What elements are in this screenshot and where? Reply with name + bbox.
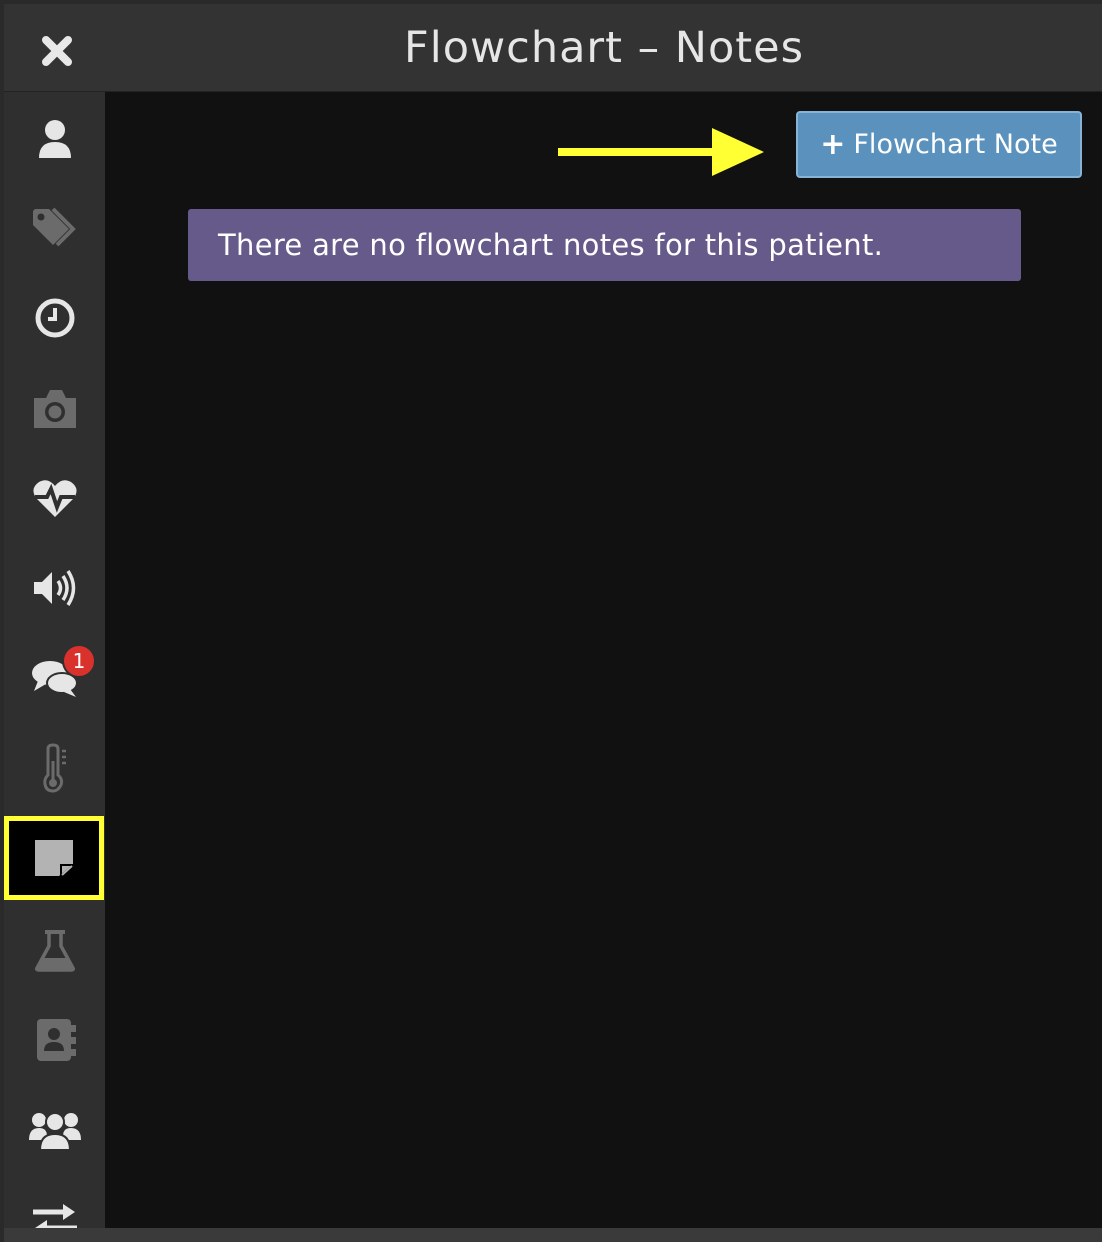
close-button[interactable] <box>38 32 76 70</box>
add-flowchart-note-button[interactable]: + Flowchart Note <box>796 111 1082 178</box>
heartbeat-icon <box>32 480 77 517</box>
sidebar-item-vitals[interactable] <box>4 458 105 538</box>
thermometer-icon <box>42 743 66 793</box>
address-book-icon <box>36 1019 76 1061</box>
users-icon <box>28 1112 81 1151</box>
clock-icon <box>35 298 74 338</box>
sticky-note-icon <box>35 840 73 876</box>
camera-icon <box>33 390 76 428</box>
sidebar-item-flowchart-notes[interactable] <box>4 816 104 900</box>
sidebar-item-care-team[interactable] <box>4 1090 105 1170</box>
flowchart-notes-panel: Flowchart – Notes 1 + Flowchart Note The… <box>4 4 1102 1242</box>
sidebar-item-photos[interactable] <box>4 368 105 448</box>
yellow-arrow-annotation <box>558 128 764 176</box>
sidebar-item-audio[interactable] <box>4 548 105 628</box>
add-flowchart-note-label: Flowchart Note <box>853 129 1058 160</box>
close-icon <box>42 36 72 66</box>
page-title: Flowchart – Notes <box>404 22 804 73</box>
tags-icon <box>32 207 76 247</box>
sidebar: 1 <box>4 92 105 1242</box>
panel-header: Flowchart – Notes <box>4 4 1102 92</box>
empty-state-message: There are no flowchart notes for this pa… <box>188 209 1021 281</box>
bottom-scrollbar[interactable] <box>4 1228 1102 1242</box>
sidebar-item-messages[interactable]: 1 <box>4 638 105 718</box>
sidebar-item-temperature[interactable] <box>4 728 105 808</box>
sidebar-item-labs[interactable] <box>4 910 105 990</box>
sidebar-item-tags[interactable] <box>4 188 105 268</box>
sidebar-item-history[interactable] <box>4 278 105 358</box>
speaker-icon <box>33 570 75 606</box>
plus-icon: + <box>820 127 846 162</box>
sidebar-item-patient[interactable] <box>4 99 105 179</box>
unread-badge: 1 <box>62 644 96 678</box>
person-icon <box>38 120 71 158</box>
sidebar-item-contacts[interactable] <box>4 1000 105 1080</box>
flask-icon <box>34 930 75 972</box>
